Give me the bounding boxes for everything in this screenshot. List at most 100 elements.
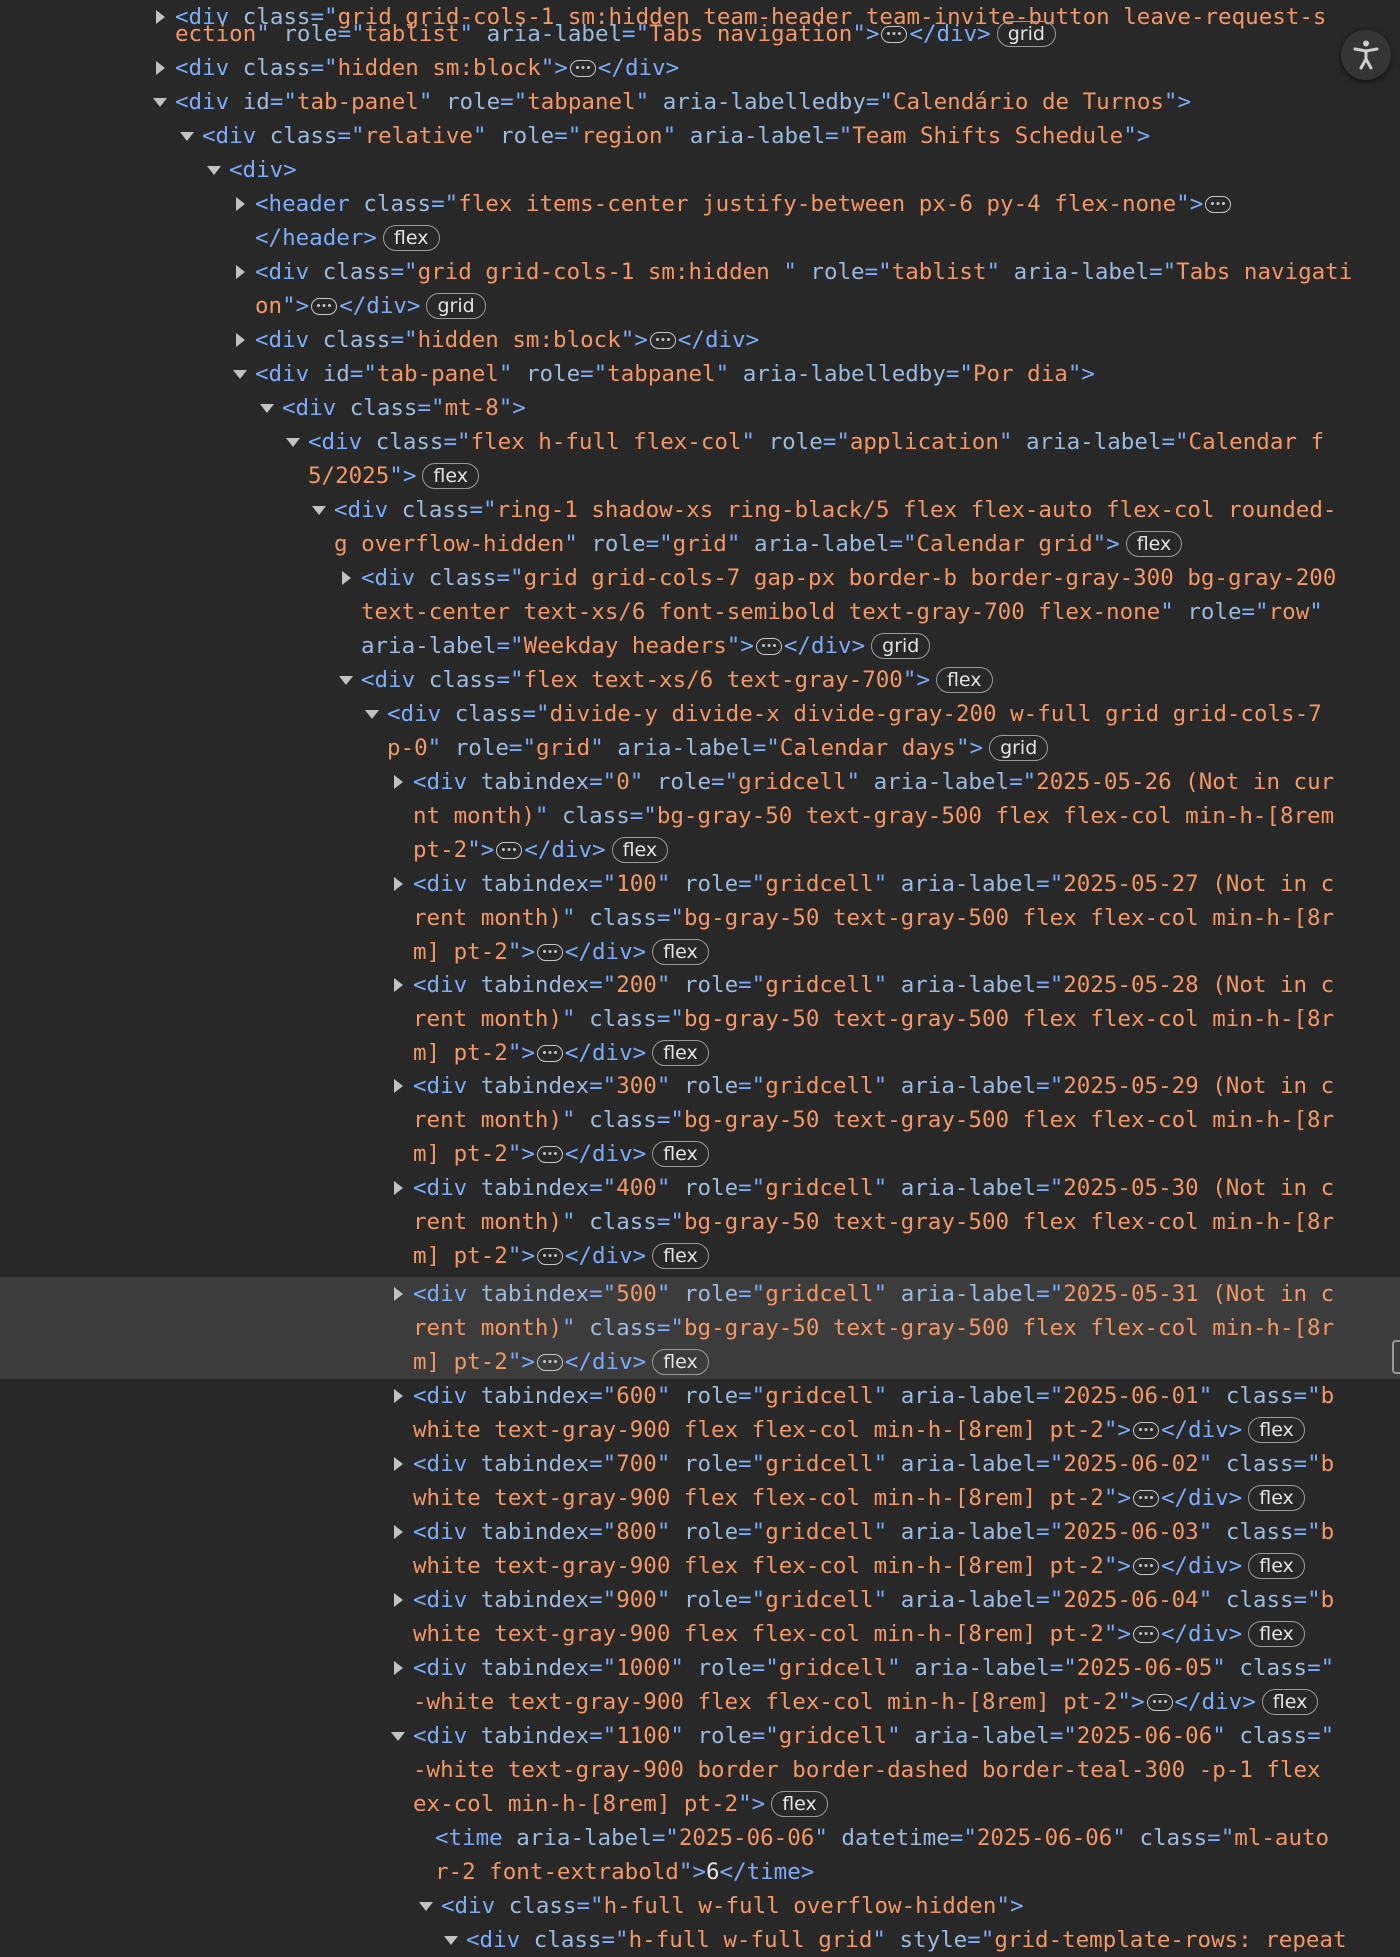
layout-badge[interactable]: flex [652,1040,709,1066]
dom-node-continuation[interactable]: ection" role="tablist" aria-label="Tabs … [0,17,1400,51]
ellipsis-expand-icon[interactable] [1205,196,1232,213]
dom-node-continuation[interactable]: m] pt-2"> </div> flex [0,1239,1400,1273]
collapse-triangle-icon[interactable] [342,571,351,585]
layout-badge[interactable]: flex [652,1141,709,1167]
ellipsis-expand-icon[interactable] [881,26,908,43]
ellipsis-expand-icon[interactable] [1132,1558,1159,1575]
dom-node-continuation[interactable]: 5/2025"> flex [0,459,1400,493]
ellipsis-expand-icon[interactable] [1132,1626,1159,1643]
dom-node-continuation[interactable]: white text-gray-900 flex flex-col min-h-… [0,1481,1400,1515]
collapse-triangle-icon[interactable] [394,1661,403,1675]
dom-node-continuation[interactable]: -white text-gray-900 border border-dashe… [0,1753,1400,1787]
collapse-triangle-icon[interactable] [394,1593,403,1607]
dom-node-row[interactable]: <div tabindex="0" role="gridcell" aria-l… [0,765,1400,799]
dom-node-row[interactable]: <div tabindex="600" role="gridcell" aria… [0,1379,1400,1413]
expand-triangle-icon[interactable] [391,1732,405,1741]
dom-node-continuation[interactable]: white text-gray-900 flex flex-col min-h-… [0,1549,1400,1583]
ellipsis-expand-icon[interactable] [536,944,563,961]
expand-triangle-icon[interactable] [312,506,326,515]
dom-node-row[interactable]: <div class="flex text-xs/6 text-gray-700… [0,663,1400,697]
dom-node-continuation[interactable]: rent month)" class="bg-gray-50 text-gray… [0,1103,1400,1137]
dom-node-row[interactable]: <div class="hidden sm:block"> </div> [0,323,1400,357]
dom-node-row[interactable]: <div id="tab-panel" role="tabpanel" aria… [0,85,1400,119]
dom-node-row[interactable]: <div tabindex="100" role="gridcell" aria… [0,867,1400,901]
collapse-triangle-icon[interactable] [394,1181,403,1195]
expand-triangle-icon[interactable] [419,1902,433,1911]
layout-badge[interactable]: flex [652,1243,709,1269]
dom-node-row[interactable]: <div tabindex="1000" role="gridcell" ari… [0,1651,1400,1685]
collapse-triangle-icon[interactable] [394,1525,403,1539]
layout-badge[interactable]: flex [1248,1485,1305,1511]
ellipsis-expand-icon[interactable] [649,332,676,349]
dom-node-continuation[interactable]: rent month)" class="bg-gray-50 text-gray… [0,901,1400,935]
dom-node-continuation[interactable]: on"> </div> grid [0,289,1400,323]
dom-node-row[interactable]: <div tabindex="200" role="gridcell" aria… [0,968,1400,1002]
layout-badge[interactable]: grid [989,735,1049,761]
layout-badge[interactable]: flex [1248,1417,1305,1443]
dom-node-row[interactable]: <div class="grid grid-cols-1 sm:hidden "… [0,255,1400,289]
dom-node-continuation[interactable]: -white text-gray-900 flex flex-col min-h… [0,1685,1400,1719]
dom-node-continuation[interactable]: p-0" role="grid" aria-label="Calendar da… [0,731,1400,765]
ellipsis-expand-icon[interactable] [311,298,338,315]
ellipsis-expand-icon[interactable] [496,842,523,859]
collapse-triangle-icon[interactable] [394,1457,403,1471]
dom-node-continuation[interactable]: pt-2"> </div> flex [0,833,1400,867]
expand-triangle-icon[interactable] [260,404,274,413]
dom-node-continuation[interactable]: m] pt-2"> </div> flex [0,1345,1400,1379]
dom-node-row[interactable]: <div class="grid grid-cols-7 gap-px bord… [0,561,1400,595]
ellipsis-expand-icon[interactable] [755,638,782,655]
layout-badge[interactable]: flex [611,837,669,863]
layout-badge[interactable]: flex [652,939,709,965]
collapse-triangle-icon[interactable] [394,877,403,891]
ellipsis-expand-icon[interactable] [536,1146,563,1163]
expand-triangle-icon[interactable] [153,98,167,107]
dom-node-continuation[interactable]: white text-gray-900 flex flex-col min-h-… [0,1617,1400,1651]
collapse-triangle-icon[interactable] [236,265,245,279]
accessibility-button[interactable] [1341,30,1391,80]
ellipsis-expand-icon[interactable] [1132,1490,1159,1507]
layout-badge[interactable]: flex [382,225,440,251]
dom-node-row[interactable]: <div tabindex="1100" role="gridcell" ari… [0,1719,1400,1753]
ellipsis-expand-icon[interactable] [536,1248,563,1265]
dom-node-continuation[interactable]: text-center text-xs/6 font-semibold text… [0,595,1400,629]
layout-badge[interactable]: flex [652,1349,709,1375]
expand-triangle-icon[interactable] [180,132,194,141]
dom-node-continuation[interactable]: m] pt-2"> </div> flex [0,1137,1400,1171]
dom-node-row[interactable]: <div tabindex="800" role="gridcell" aria… [0,1515,1400,1549]
dom-node-row[interactable]: <div tabindex="700" role="gridcell" aria… [0,1447,1400,1481]
dom-node-continuation[interactable]: white text-gray-900 flex flex-col min-h-… [0,1413,1400,1447]
dom-node-continuation[interactable]: g overflow-hidden" role="grid" aria-labe… [0,527,1400,561]
dom-node-row[interactable]: <div class="h-full w-full overflow-hidde… [0,1889,1400,1923]
expand-triangle-icon[interactable] [365,710,379,719]
dom-node-continuation[interactable]: </header> flex [0,221,1400,255]
dom-node-row[interactable]: <div class="ring-1 shadow-xs ring-black/… [0,493,1400,527]
collapse-triangle-icon[interactable] [394,775,403,789]
expand-triangle-icon[interactable] [339,676,353,685]
ellipsis-expand-icon[interactable] [569,60,596,77]
dom-node-row[interactable]: <div tabindex="500" role="gridcell" aria… [0,1277,1400,1311]
dom-node-continuation[interactable]: ex-col min-h-[8rem] pt-2"> flex [0,1787,1400,1821]
dom-node-row[interactable]: <div class="hidden sm:block"> </div> [0,51,1400,85]
collapse-triangle-icon[interactable] [156,61,165,75]
expand-triangle-icon[interactable] [286,438,300,447]
collapse-triangle-icon[interactable] [236,197,245,211]
dom-node-row[interactable]: <div> [0,153,1400,187]
dom-node-continuation[interactable]: rent month)" class="bg-gray-50 text-gray… [0,1002,1400,1036]
layout-badge[interactable]: grid [426,293,486,319]
collapse-triangle-icon[interactable] [394,1287,403,1301]
dom-node-continuation[interactable]: <time aria-label="2025-06-06" datetime="… [0,1821,1400,1855]
ellipsis-expand-icon[interactable] [536,1354,563,1371]
dom-node-row[interactable]: <div tabindex="300" role="gridcell" aria… [0,1069,1400,1103]
dom-node-row[interactable]: <div class="flex h-full flex-col" role="… [0,425,1400,459]
layout-badge[interactable]: flex [771,1791,828,1817]
dom-node-row[interactable]: <div class="relative" role="region" aria… [0,119,1400,153]
dom-node-continuation[interactable]: rent month)" class="bg-gray-50 text-gray… [0,1205,1400,1239]
layout-badge[interactable]: grid [996,21,1056,47]
dom-node-row[interactable]: <header class="flex items-center justify… [0,187,1400,221]
dom-node-continuation[interactable]: r-2 font-extrabold">6</time> [0,1855,1400,1889]
dom-node-continuation[interactable]: aria-label="Weekday headers"> </div> grid [0,629,1400,663]
dom-node-row[interactable]: <div tabindex="400" role="gridcell" aria… [0,1171,1400,1205]
collapse-triangle-icon[interactable] [236,333,245,347]
ellipsis-expand-icon[interactable] [536,1045,563,1062]
dom-node-continuation[interactable]: nt month)" class="bg-gray-50 text-gray-5… [0,799,1400,833]
